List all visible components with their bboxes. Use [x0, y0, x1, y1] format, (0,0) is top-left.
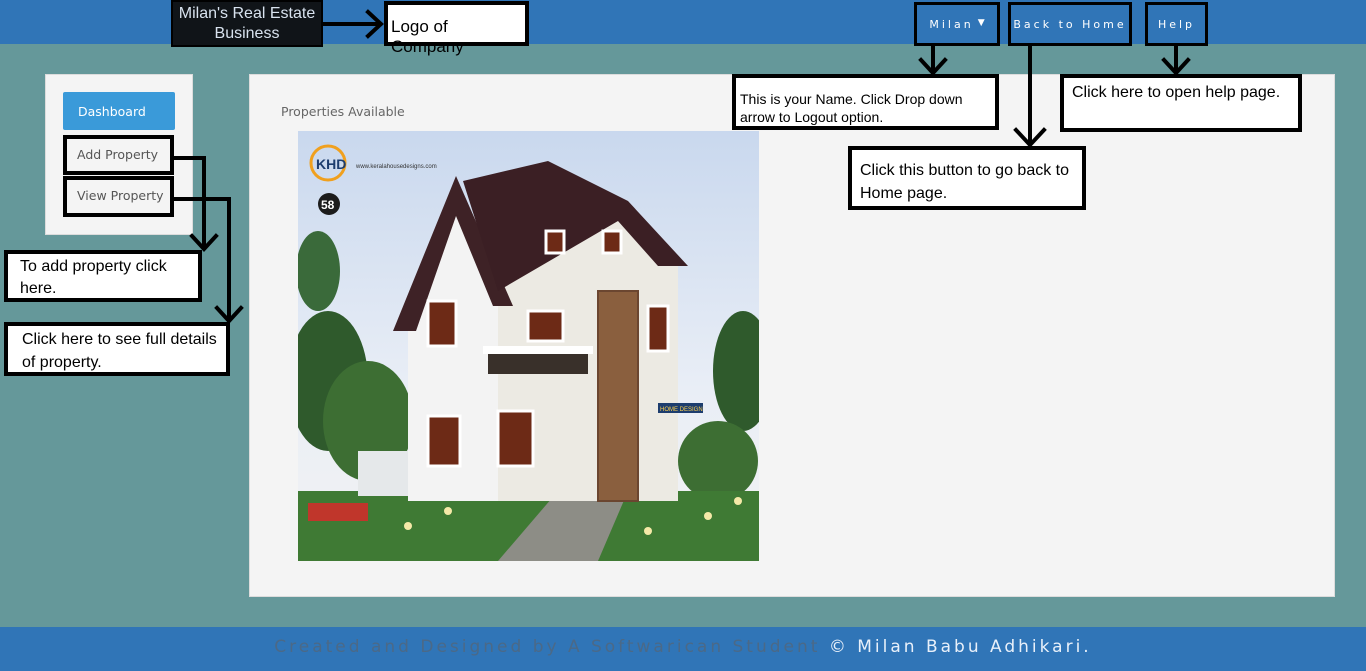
user-callout-text: This is your Name. Click Drop down arrow…: [740, 91, 963, 125]
help-button[interactable]: Help: [1145, 2, 1208, 46]
footer: Created and Designed by A Softwarican St…: [0, 627, 1366, 671]
sidebar-item-label: Dashboard: [78, 104, 146, 119]
user-name: Milan: [929, 18, 974, 31]
logo-text: Milan's Real Estate Business: [178, 5, 316, 42]
footer-copyright: © Milan Babu Adhikari.: [828, 637, 1092, 657]
home-callout-text: Click this button to go back to Home pag…: [860, 162, 1069, 202]
view-property-callout-text: Click here to see full details of proper…: [22, 331, 217, 371]
panel-title: Properties Available: [281, 104, 405, 119]
footer-credit: Created and Designed by A Softwarican St…: [274, 637, 821, 657]
logo-callout-text: Logo of Company: [391, 17, 464, 56]
home-callout: Click this button to go back to Home pag…: [848, 146, 1086, 210]
svg-text:KHD: KHD: [316, 156, 346, 172]
add-property-callout: To add property click here.: [4, 250, 202, 302]
add-property-callout-text: To add property click here.: [20, 258, 167, 297]
help-callout-text: Click here to open help page.: [1072, 84, 1281, 101]
back-to-home-label: Back to Home: [1013, 18, 1127, 31]
back-to-home-button[interactable]: Back to Home: [1008, 2, 1132, 46]
house-illustration: KHD www.keralahousedesigns.com 58 HOME D…: [298, 131, 759, 561]
company-logo[interactable]: Milan's Real Estate Business: [171, 0, 323, 47]
user-dropdown-button[interactable]: Milan ▼: [914, 2, 1000, 46]
svg-text:58: 58: [321, 198, 335, 212]
help-label: Help: [1157, 18, 1196, 31]
svg-text:HOME DESIGN: HOME DESIGN: [660, 407, 703, 413]
caret-down-icon[interactable]: ▼: [978, 18, 985, 28]
view-property-callout: Click here to see full details of proper…: [4, 322, 230, 376]
properties-panel: Properties Available KHD www.keralahouse…: [249, 74, 1335, 597]
help-callout: Click here to open help page.: [1060, 74, 1302, 132]
sidebar: Dashboard Add Property View Property: [45, 74, 193, 235]
sidebar-item-label: View Property: [77, 188, 164, 203]
sidebar-item-add-property[interactable]: Add Property: [63, 135, 174, 175]
sidebar-item-dashboard[interactable]: Dashboard: [63, 92, 175, 130]
property-image[interactable]: KHD www.keralahousedesigns.com 58 HOME D…: [298, 131, 759, 561]
logo-callout: Logo of Company: [384, 1, 529, 56]
sidebar-item-label: Add Property: [77, 147, 159, 162]
svg-text:www.keralahousedesigns.com: www.keralahousedesigns.com: [355, 164, 437, 170]
sidebar-item-view-property[interactable]: View Property: [63, 176, 174, 217]
user-callout: This is your Name. Click Drop down arrow…: [732, 74, 999, 130]
